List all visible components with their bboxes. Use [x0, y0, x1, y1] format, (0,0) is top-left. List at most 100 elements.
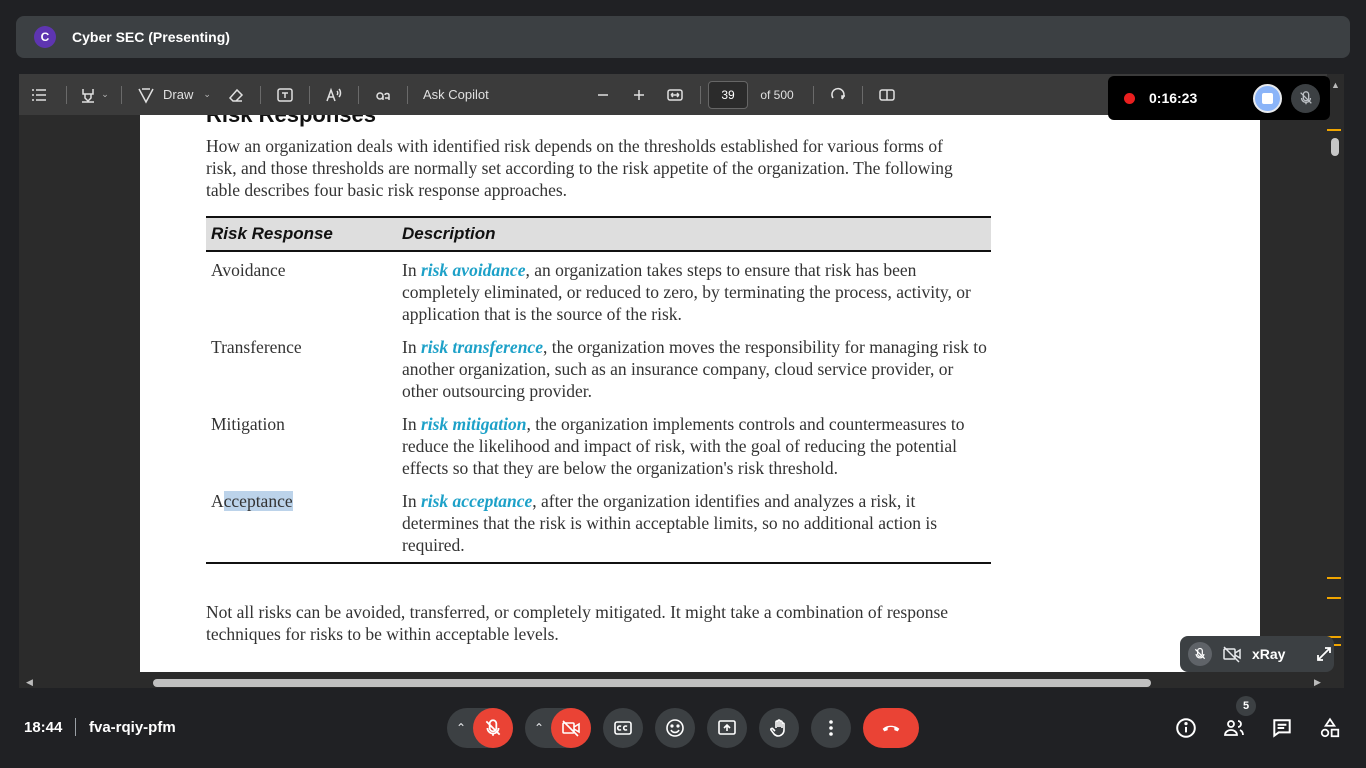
text-box-icon — [277, 87, 293, 102]
chevron-up-icon[interactable]: ⌃ — [534, 721, 544, 735]
stop-icon — [1262, 92, 1274, 104]
search-hit-marker — [1327, 577, 1341, 579]
horizontal-scrollbar[interactable]: ◀ ▶ — [19, 677, 1327, 688]
toolbar-divider — [358, 85, 359, 104]
highlight-button[interactable]: ⌄ — [74, 74, 114, 115]
expand-icon[interactable] — [1315, 645, 1333, 663]
present-screen-button[interactable] — [707, 708, 747, 748]
read-aloud-button[interactable] — [317, 74, 351, 115]
draw-button[interactable]: Draw ⌄ — [129, 74, 219, 115]
minus-icon — [598, 93, 608, 96]
camera-off-icon — [562, 720, 580, 737]
chat-button[interactable] — [1262, 708, 1302, 748]
camera-toggle-button[interactable] — [551, 708, 591, 748]
shapes-icon — [1320, 717, 1340, 738]
people-button[interactable] — [1214, 708, 1254, 748]
description-cell: In risk acceptance, after the organizati… — [402, 490, 987, 556]
scroll-up-icon[interactable]: ▲ — [1331, 80, 1340, 90]
key-term: risk mitigation — [420, 414, 527, 434]
chevron-up-icon[interactable]: ⌃ — [456, 721, 466, 735]
description-text: In — [402, 414, 421, 434]
ask-copilot-button[interactable]: Ask Copilot — [415, 74, 515, 115]
fit-page-button[interactable] — [657, 74, 693, 115]
page-number-input[interactable]: 39 — [708, 80, 748, 109]
camera-off-icon — [1223, 646, 1241, 663]
microphone-toggle-button[interactable] — [473, 708, 513, 748]
meeting-control-bar: 18:44 fva-rqiy-pfm ⌃ ⌃ 5 — [0, 688, 1366, 768]
chevron-down-icon: ⌄ — [203, 89, 211, 99]
vertical-scrollbar[interactable]: ▲ — [1327, 74, 1344, 677]
search-hit-marker — [1327, 597, 1341, 599]
rotate-button[interactable] — [821, 74, 855, 115]
leave-call-button[interactable] — [863, 708, 919, 748]
recording-dot-icon — [1124, 92, 1135, 104]
shared-screen: ⌄ Draw ⌄ Ask Copilot 39 of 500 How an or… — [19, 74, 1344, 688]
two-page-icon — [879, 88, 895, 101]
tile-mic-status — [1188, 642, 1212, 666]
hand-icon — [770, 719, 785, 737]
presentation-title: Cyber SEC (Presenting) — [72, 29, 230, 45]
presentation-bar: C Cyber SEC (Presenting) — [16, 16, 1350, 58]
list-icon — [32, 88, 46, 101]
description-cell: In risk avoidance, an organization takes… — [402, 259, 987, 325]
table-row: Transference In risk transference, the o… — [206, 336, 991, 402]
column-header-risk-response: Risk Response — [211, 224, 333, 243]
meeting-details-button[interactable] — [1166, 708, 1206, 748]
description-cell: In risk mitigation, the organization imp… — [402, 413, 987, 479]
present-screen-icon — [718, 720, 736, 735]
table-bottom-rule — [206, 562, 991, 564]
chevron-down-icon: ⌄ — [101, 89, 109, 99]
recording-timer: 0:16:23 — [1149, 90, 1198, 106]
captions-button[interactable] — [603, 708, 643, 748]
selected-text[interactable]: cceptance — [223, 491, 293, 511]
stop-recording-button[interactable] — [1253, 83, 1283, 113]
risk-response-cell: Acceptance — [206, 490, 402, 556]
contents-button[interactable] — [19, 74, 59, 115]
activities-button[interactable] — [1310, 708, 1350, 748]
rotate-icon — [831, 87, 845, 100]
toolbar-divider — [260, 85, 261, 104]
document-viewport[interactable]: Risk Responses How an organization deals… — [19, 115, 1344, 677]
toolbar-divider — [121, 85, 122, 104]
key-term: risk acceptance — [420, 491, 533, 511]
page-view-button[interactable] — [870, 74, 904, 115]
description-cell: In risk transference, the organization m… — [402, 336, 987, 402]
emoji-icon — [666, 719, 684, 737]
risk-response-cell: Transference — [211, 337, 302, 357]
people-icon — [1224, 720, 1244, 736]
recording-mic-button[interactable] — [1291, 83, 1321, 113]
page-total: of 500 — [760, 87, 794, 102]
plus-icon — [634, 89, 644, 100]
vertical-scroll-thumb[interactable] — [1331, 138, 1339, 156]
toolbar-divider — [309, 85, 310, 104]
key-term: risk avoidance — [420, 260, 526, 280]
eraser-icon — [228, 88, 244, 102]
mic-off-icon — [1299, 91, 1312, 105]
self-view-tile[interactable]: xRay — [1180, 636, 1334, 672]
pen-icon — [138, 87, 154, 104]
zoom-in-button[interactable] — [621, 74, 657, 115]
section-heading: Risk Responses — [206, 115, 376, 128]
horizontal-scroll-thumb[interactable] — [153, 679, 1151, 687]
pdf-page[interactable]: Risk Responses How an organization deals… — [140, 115, 1260, 672]
text-button[interactable] — [268, 74, 302, 115]
table-row: Acceptance In risk acceptance, after the… — [206, 490, 991, 556]
description-text: In — [402, 491, 421, 511]
translate-button[interactable] — [366, 74, 400, 115]
search-hit-marker — [1327, 129, 1341, 131]
scroll-left-icon[interactable]: ◀ — [26, 677, 33, 688]
draw-label: Draw — [163, 87, 194, 102]
scroll-right-icon[interactable]: ▶ — [1314, 677, 1321, 688]
column-header-description: Description — [402, 224, 496, 243]
toolbar-divider — [407, 85, 408, 104]
presenter-avatar: C — [34, 26, 56, 48]
raise-hand-button[interactable] — [759, 708, 799, 748]
mic-off-icon — [1194, 647, 1206, 660]
erase-button[interactable] — [219, 74, 253, 115]
zoom-out-button[interactable] — [585, 74, 621, 115]
read-aloud-icon — [326, 87, 342, 101]
reactions-button[interactable] — [655, 708, 695, 748]
participant-name: xRay — [1252, 646, 1286, 662]
more-options-button[interactable] — [811, 708, 851, 748]
toolbar-divider — [66, 85, 67, 104]
